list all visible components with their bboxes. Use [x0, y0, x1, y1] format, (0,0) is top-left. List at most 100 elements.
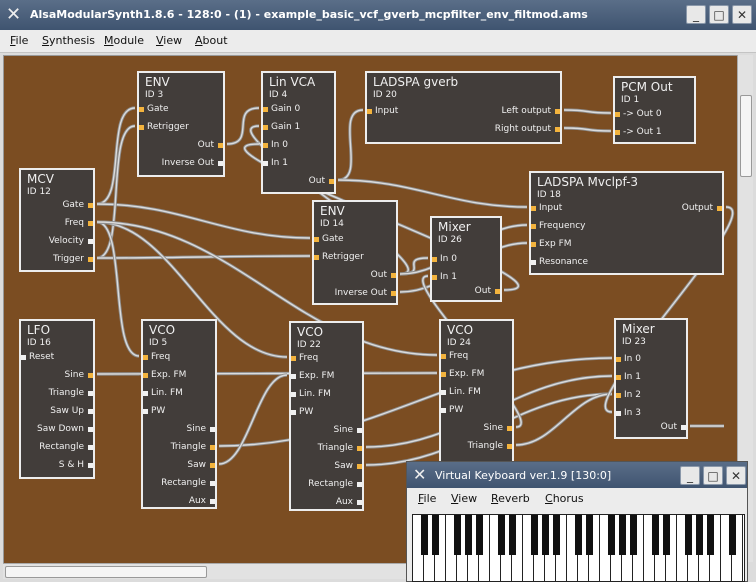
input-port-jack[interactable]: [143, 391, 148, 396]
module-mcv-id12[interactable]: MCV ID 12 Gate Freq Velocity Trigger: [19, 168, 95, 272]
input-port-jack[interactable]: [616, 393, 621, 398]
piano-black-key[interactable]: [608, 515, 615, 555]
output-port-jack[interactable]: [210, 427, 215, 432]
piano-black-key[interactable]: [586, 515, 593, 555]
menu-view[interactable]: View: [156, 34, 182, 47]
input-port-jack[interactable]: [615, 130, 620, 135]
input-port-jack[interactable]: [143, 409, 148, 414]
output-port-jack[interactable]: [210, 499, 215, 504]
input-port-jack[interactable]: [432, 257, 437, 262]
input-port-jack[interactable]: [263, 161, 268, 166]
input-port-jack[interactable]: [291, 356, 296, 361]
output-port-jack[interactable]: [507, 444, 512, 449]
piano-black-key[interactable]: [465, 515, 472, 555]
close-icon[interactable]: ✕: [726, 466, 746, 485]
output-port-jack[interactable]: [495, 289, 500, 294]
input-port-jack[interactable]: [432, 275, 437, 280]
output-port-jack[interactable]: [88, 391, 93, 396]
input-port-jack[interactable]: [441, 354, 446, 359]
input-port-jack[interactable]: [314, 237, 319, 242]
piano-black-key[interactable]: [476, 515, 483, 555]
input-port-jack[interactable]: [263, 125, 268, 130]
input-port-jack[interactable]: [615, 112, 620, 117]
module-ladspa-gverb-id20[interactable]: LADSPA gverb ID 20 Input Left output Right o…: [365, 71, 562, 144]
menu-synthesis[interactable]: Synthesis: [42, 34, 95, 47]
input-port-jack[interactable]: [21, 355, 26, 360]
input-port-jack[interactable]: [531, 260, 536, 265]
virtual-keyboard-window[interactable]: ✕ Virtual Keyboard ver.1.9 [130:0] _ □ ✕…: [406, 461, 748, 582]
input-port-jack[interactable]: [291, 392, 296, 397]
output-port-jack[interactable]: [88, 257, 93, 262]
menu-module[interactable]: Module: [104, 34, 144, 47]
module-env-id3[interactable]: ENV ID 3 Gate Retrigger Out Inverse Out: [137, 71, 225, 177]
output-port-jack[interactable]: [555, 109, 560, 114]
output-port-jack[interactable]: [88, 409, 93, 414]
module-pcm-out-id1[interactable]: PCM Out ID 1 -> Out 0 -> Out 1: [613, 76, 696, 144]
output-port-jack[interactable]: [357, 464, 362, 469]
module-vco-id5[interactable]: VCO ID 5 Freq Exp. FM Lin. FM PW Sine Triangle S…: [141, 319, 217, 509]
input-port-jack[interactable]: [367, 109, 372, 114]
input-port-jack[interactable]: [263, 143, 268, 148]
piano-black-key[interactable]: [575, 515, 582, 555]
output-port-jack[interactable]: [717, 206, 722, 211]
output-port-jack[interactable]: [357, 428, 362, 433]
menu-about[interactable]: About: [195, 34, 228, 47]
piano-black-key[interactable]: [685, 515, 692, 555]
output-port-jack[interactable]: [88, 203, 93, 208]
module-mixer-id26[interactable]: Mixer ID 26 In 0 In 1 Out: [430, 216, 502, 302]
piano-black-key[interactable]: [553, 515, 560, 555]
output-port-jack[interactable]: [391, 291, 396, 296]
input-port-jack[interactable]: [441, 408, 446, 413]
kb-menu-file[interactable]: File: [418, 492, 436, 505]
output-port-jack[interactable]: [210, 463, 215, 468]
piano-black-key[interactable]: [432, 515, 439, 555]
output-port-jack[interactable]: [555, 127, 560, 132]
output-port-jack[interactable]: [357, 500, 362, 505]
piano-black-key[interactable]: [454, 515, 461, 555]
output-port-jack[interactable]: [507, 426, 512, 431]
minimize-icon[interactable]: _: [680, 466, 700, 485]
input-port-jack[interactable]: [531, 242, 536, 247]
piano-black-key[interactable]: [421, 515, 428, 555]
module-vco-id22[interactable]: VCO ID 22 Freq Exp. FM Lin. FM PW Sine Triangle…: [289, 321, 364, 511]
vertical-scroll-thumb[interactable]: [740, 95, 752, 177]
horizontal-scroll-thumb[interactable]: [5, 566, 207, 578]
output-port-jack[interactable]: [357, 446, 362, 451]
keyboard-title-bar[interactable]: ✕ Virtual Keyboard ver.1.9 [130:0] _ □ ✕: [407, 462, 747, 488]
input-port-jack[interactable]: [441, 372, 446, 377]
kb-menu-view[interactable]: View: [451, 492, 477, 505]
input-port-jack[interactable]: [531, 206, 536, 211]
input-port-jack[interactable]: [291, 410, 296, 415]
maximize-icon[interactable]: □: [703, 466, 723, 485]
input-port-jack[interactable]: [143, 355, 148, 360]
output-port-jack[interactable]: [210, 481, 215, 486]
output-port-jack[interactable]: [88, 373, 93, 378]
main-title-bar[interactable]: ✕ AlsaModularSynth1.8.6 - 128:0 - (1) - …: [0, 0, 756, 30]
input-port-jack[interactable]: [143, 373, 148, 378]
module-lin-vca-id4[interactable]: Lin VCA ID 4 Gain 0 Gain 1 In 0 In 1 Out: [261, 71, 336, 194]
piano-black-key[interactable]: [652, 515, 659, 555]
piano-black-key[interactable]: [619, 515, 626, 555]
input-port-jack[interactable]: [139, 125, 144, 130]
input-port-jack[interactable]: [441, 390, 446, 395]
menu-file[interactable]: File: [10, 34, 28, 47]
input-port-jack[interactable]: [531, 224, 536, 229]
minimize-icon[interactable]: _: [686, 5, 706, 24]
input-port-jack[interactable]: [616, 357, 621, 362]
module-ladspa-mvclpf-3-id18[interactable]: LADSPA Mvclpf-3 ID 18 Input Frequency Exp FM…: [529, 171, 724, 275]
output-port-jack[interactable]: [329, 179, 334, 184]
output-port-jack[interactable]: [88, 427, 93, 432]
piano-black-key[interactable]: [663, 515, 670, 555]
output-port-jack[interactable]: [391, 273, 396, 278]
piano-black-key[interactable]: [542, 515, 549, 555]
piano-black-key[interactable]: [729, 515, 736, 555]
output-port-jack[interactable]: [357, 482, 362, 487]
output-port-jack[interactable]: [88, 463, 93, 468]
close-icon[interactable]: ✕: [732, 5, 752, 24]
input-port-jack[interactable]: [291, 374, 296, 379]
module-lfo-id16[interactable]: LFO ID 16 Reset Sine Triangle Saw Up Saw Down R…: [19, 319, 95, 479]
piano-black-key[interactable]: [630, 515, 637, 555]
maximize-icon[interactable]: □: [709, 5, 729, 24]
output-port-jack[interactable]: [681, 425, 686, 430]
input-port-jack[interactable]: [616, 375, 621, 380]
